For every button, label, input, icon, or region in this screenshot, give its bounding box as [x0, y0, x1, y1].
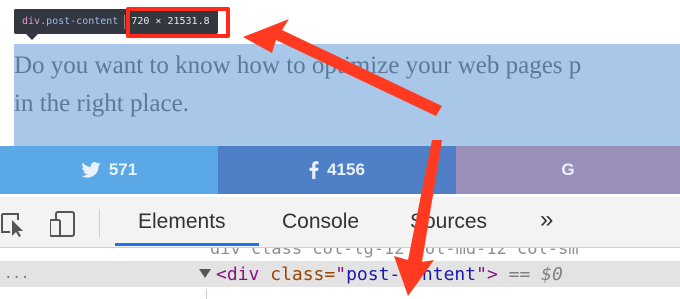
- google-share-button[interactable]: G: [456, 146, 680, 194]
- article-line-2: in the right place.: [14, 90, 189, 117]
- web-page: Do you want to know how to optimize your…: [0, 0, 680, 197]
- article-text: Do you want to know how to optimize your…: [14, 47, 680, 123]
- tab-elements[interactable]: Elements: [138, 210, 226, 234]
- dimensions-annotation-box: [126, 7, 230, 38]
- facebook-share-button[interactable]: 4156: [218, 146, 456, 194]
- gutter-dots: ...: [4, 266, 30, 282]
- facebook-icon: [309, 161, 319, 179]
- share-bar: 571 4156 G: [0, 146, 680, 194]
- facebook-count: 4156: [327, 160, 365, 179]
- dom-tree-line-next: [0, 287, 680, 299]
- twitter-icon: [81, 162, 101, 178]
- twitter-share-button[interactable]: 571: [0, 146, 218, 194]
- twitter-count: 571: [108, 160, 138, 179]
- active-tab-indicator: [115, 243, 259, 246]
- expand-triangle-icon[interactable]: [199, 269, 211, 278]
- dom-tree-line[interactable]: div class col-lg-12 col-md-12 col-sm: [0, 248, 680, 261]
- indent-guide: [206, 289, 207, 299]
- dom-tree-selected-line[interactable]: ... <div class="post-content"> == $0: [0, 261, 680, 287]
- dom-tree-line-text: div class col-lg-12 col-md-12 col-sm: [210, 248, 579, 259]
- google-icon: G: [561, 160, 575, 179]
- tab-console[interactable]: Console: [282, 210, 359, 234]
- tooltip-pointer: [26, 34, 38, 40]
- tooltip-selector: div.post-content: [22, 16, 119, 27]
- toolbar-divider: [99, 209, 100, 237]
- article-line-1: Do you want to know how to optimize your…: [14, 52, 582, 79]
- device-toolbar-icon[interactable]: [49, 210, 80, 243]
- more-tabs-button[interactable]: »: [540, 206, 553, 234]
- devtools-panel: Elements Console Sources » div class col…: [0, 197, 680, 299]
- devtools-toolbar: Elements Console Sources »: [0, 197, 680, 248]
- selected-node-code: <div class="post-content"> == $0: [216, 263, 563, 285]
- tab-sources[interactable]: Sources: [410, 210, 487, 234]
- select-element-icon[interactable]: [0, 210, 28, 243]
